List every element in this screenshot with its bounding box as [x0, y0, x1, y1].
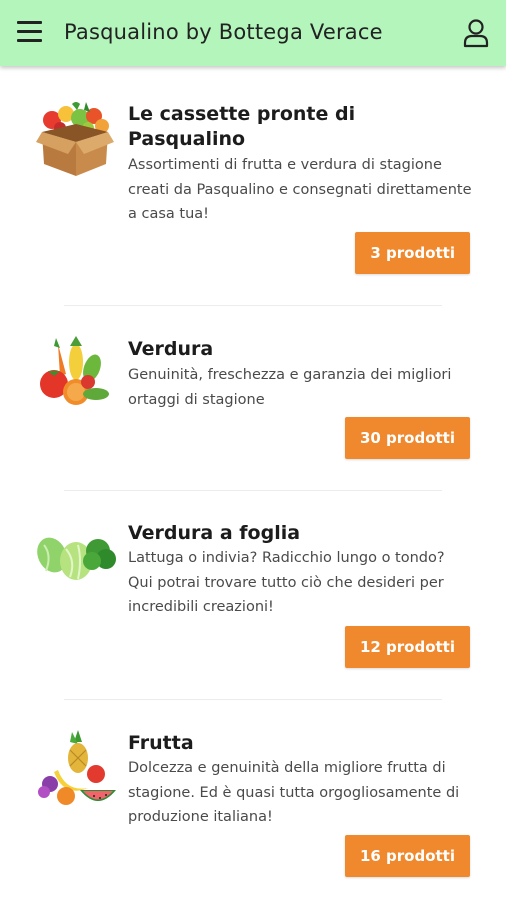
- leafy-greens-icon: [36, 525, 116, 605]
- divider: [64, 699, 442, 700]
- category-title: Verdura: [128, 338, 214, 360]
- category-title: Frutta: [128, 732, 194, 754]
- products-count-button[interactable]: 16 prodotti: [344, 835, 470, 877]
- products-count-button[interactable]: 30 prodotti: [344, 417, 470, 459]
- vegetables-icon: [36, 334, 114, 414]
- user-account-icon[interactable]: [462, 18, 490, 48]
- category-description: Dolcezza e genuinità della migliore frut…: [128, 760, 460, 825]
- hamburger-menu-icon[interactable]: [17, 21, 43, 43]
- divider: [64, 490, 442, 491]
- app-bar: Pasqualino by Bottega Verace: [0, 0, 506, 66]
- category-title: Le cassette pronte di Pasqualino: [128, 103, 356, 150]
- category-title: Verdura a foglia: [128, 522, 301, 544]
- app-title: Pasqualino by Bottega Verace: [64, 20, 383, 44]
- divider: [64, 305, 442, 306]
- fruits-icon: [36, 728, 116, 808]
- category-description: Assortimenti di frutta e verdura di stag…: [128, 157, 472, 222]
- category-description: Lattuga o indivia? Radicchio lungo o ton…: [128, 550, 445, 615]
- products-count-button[interactable]: 3 prodotti: [355, 232, 470, 274]
- fruit-box-icon: [36, 98, 114, 178]
- category-description: Genuinità, freschezza e garanzia dei mig…: [128, 367, 452, 408]
- products-count-button[interactable]: 12 prodotti: [344, 626, 470, 668]
